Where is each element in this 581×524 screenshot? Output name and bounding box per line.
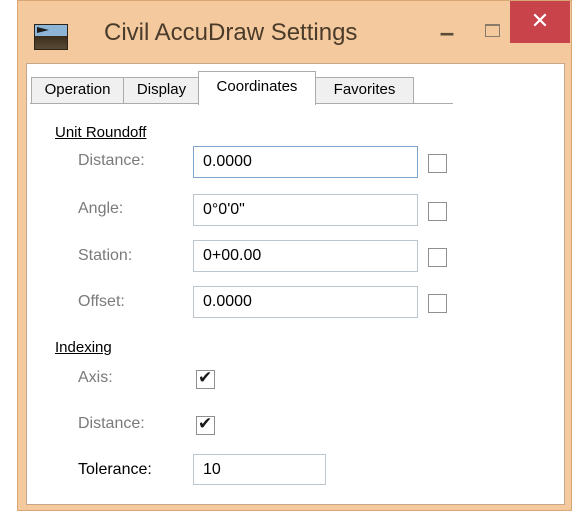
maximize-button[interactable] (474, 12, 510, 46)
window-title: Civil AccuDraw Settings (104, 19, 358, 46)
station-label: Station: (78, 247, 133, 264)
distance-roundoff-input[interactable]: 0.0000 (193, 146, 418, 178)
offset-roundoff-input[interactable]: 0.0000 (193, 286, 418, 318)
tab-coordinates[interactable]: Coordinates (198, 71, 316, 105)
tab-display[interactable]: Display (123, 77, 200, 103)
client-area: Operation Display Coordinates Favorites … (26, 63, 565, 505)
axis-label: Axis: (78, 369, 113, 386)
offset-label: Offset: (78, 293, 125, 310)
axis-indexing-checkbox[interactable] (196, 368, 215, 389)
tab-operation[interactable]: Operation (31, 77, 124, 103)
indexing-distance-label: Distance: (78, 415, 145, 432)
settings-window: Civil AccuDraw Settings – ✕ Operation Di… (17, 0, 572, 511)
title-bar[interactable]: Civil AccuDraw Settings – ✕ (18, 1, 571, 63)
app-icon (34, 24, 68, 50)
maximize-icon (485, 24, 500, 37)
offset-roundoff-checkbox[interactable] (428, 294, 447, 313)
tab-strip: Operation Display Coordinates Favorites (27, 64, 564, 105)
close-button[interactable]: ✕ (510, 1, 570, 43)
tab-favorites[interactable]: Favorites (315, 77, 414, 103)
station-roundoff-checkbox[interactable] (428, 248, 447, 267)
tolerance-label: Tolerance: (78, 461, 152, 478)
station-roundoff-input[interactable]: 0+00.00 (193, 240, 418, 272)
angle-roundoff-checkbox[interactable] (428, 202, 447, 221)
indexing-heading: Indexing (55, 339, 112, 356)
distance-indexing-checkbox[interactable] (196, 414, 215, 435)
unit-roundoff-heading: Unit Roundoff (55, 124, 147, 141)
tolerance-input[interactable]: 10 (193, 454, 326, 485)
minimize-button[interactable]: – (429, 17, 465, 51)
angle-roundoff-input[interactable]: 0°0'0" (193, 194, 418, 226)
angle-label: Angle: (78, 200, 124, 217)
distance-label: Distance: (78, 152, 145, 169)
distance-roundoff-checkbox[interactable] (428, 154, 447, 173)
